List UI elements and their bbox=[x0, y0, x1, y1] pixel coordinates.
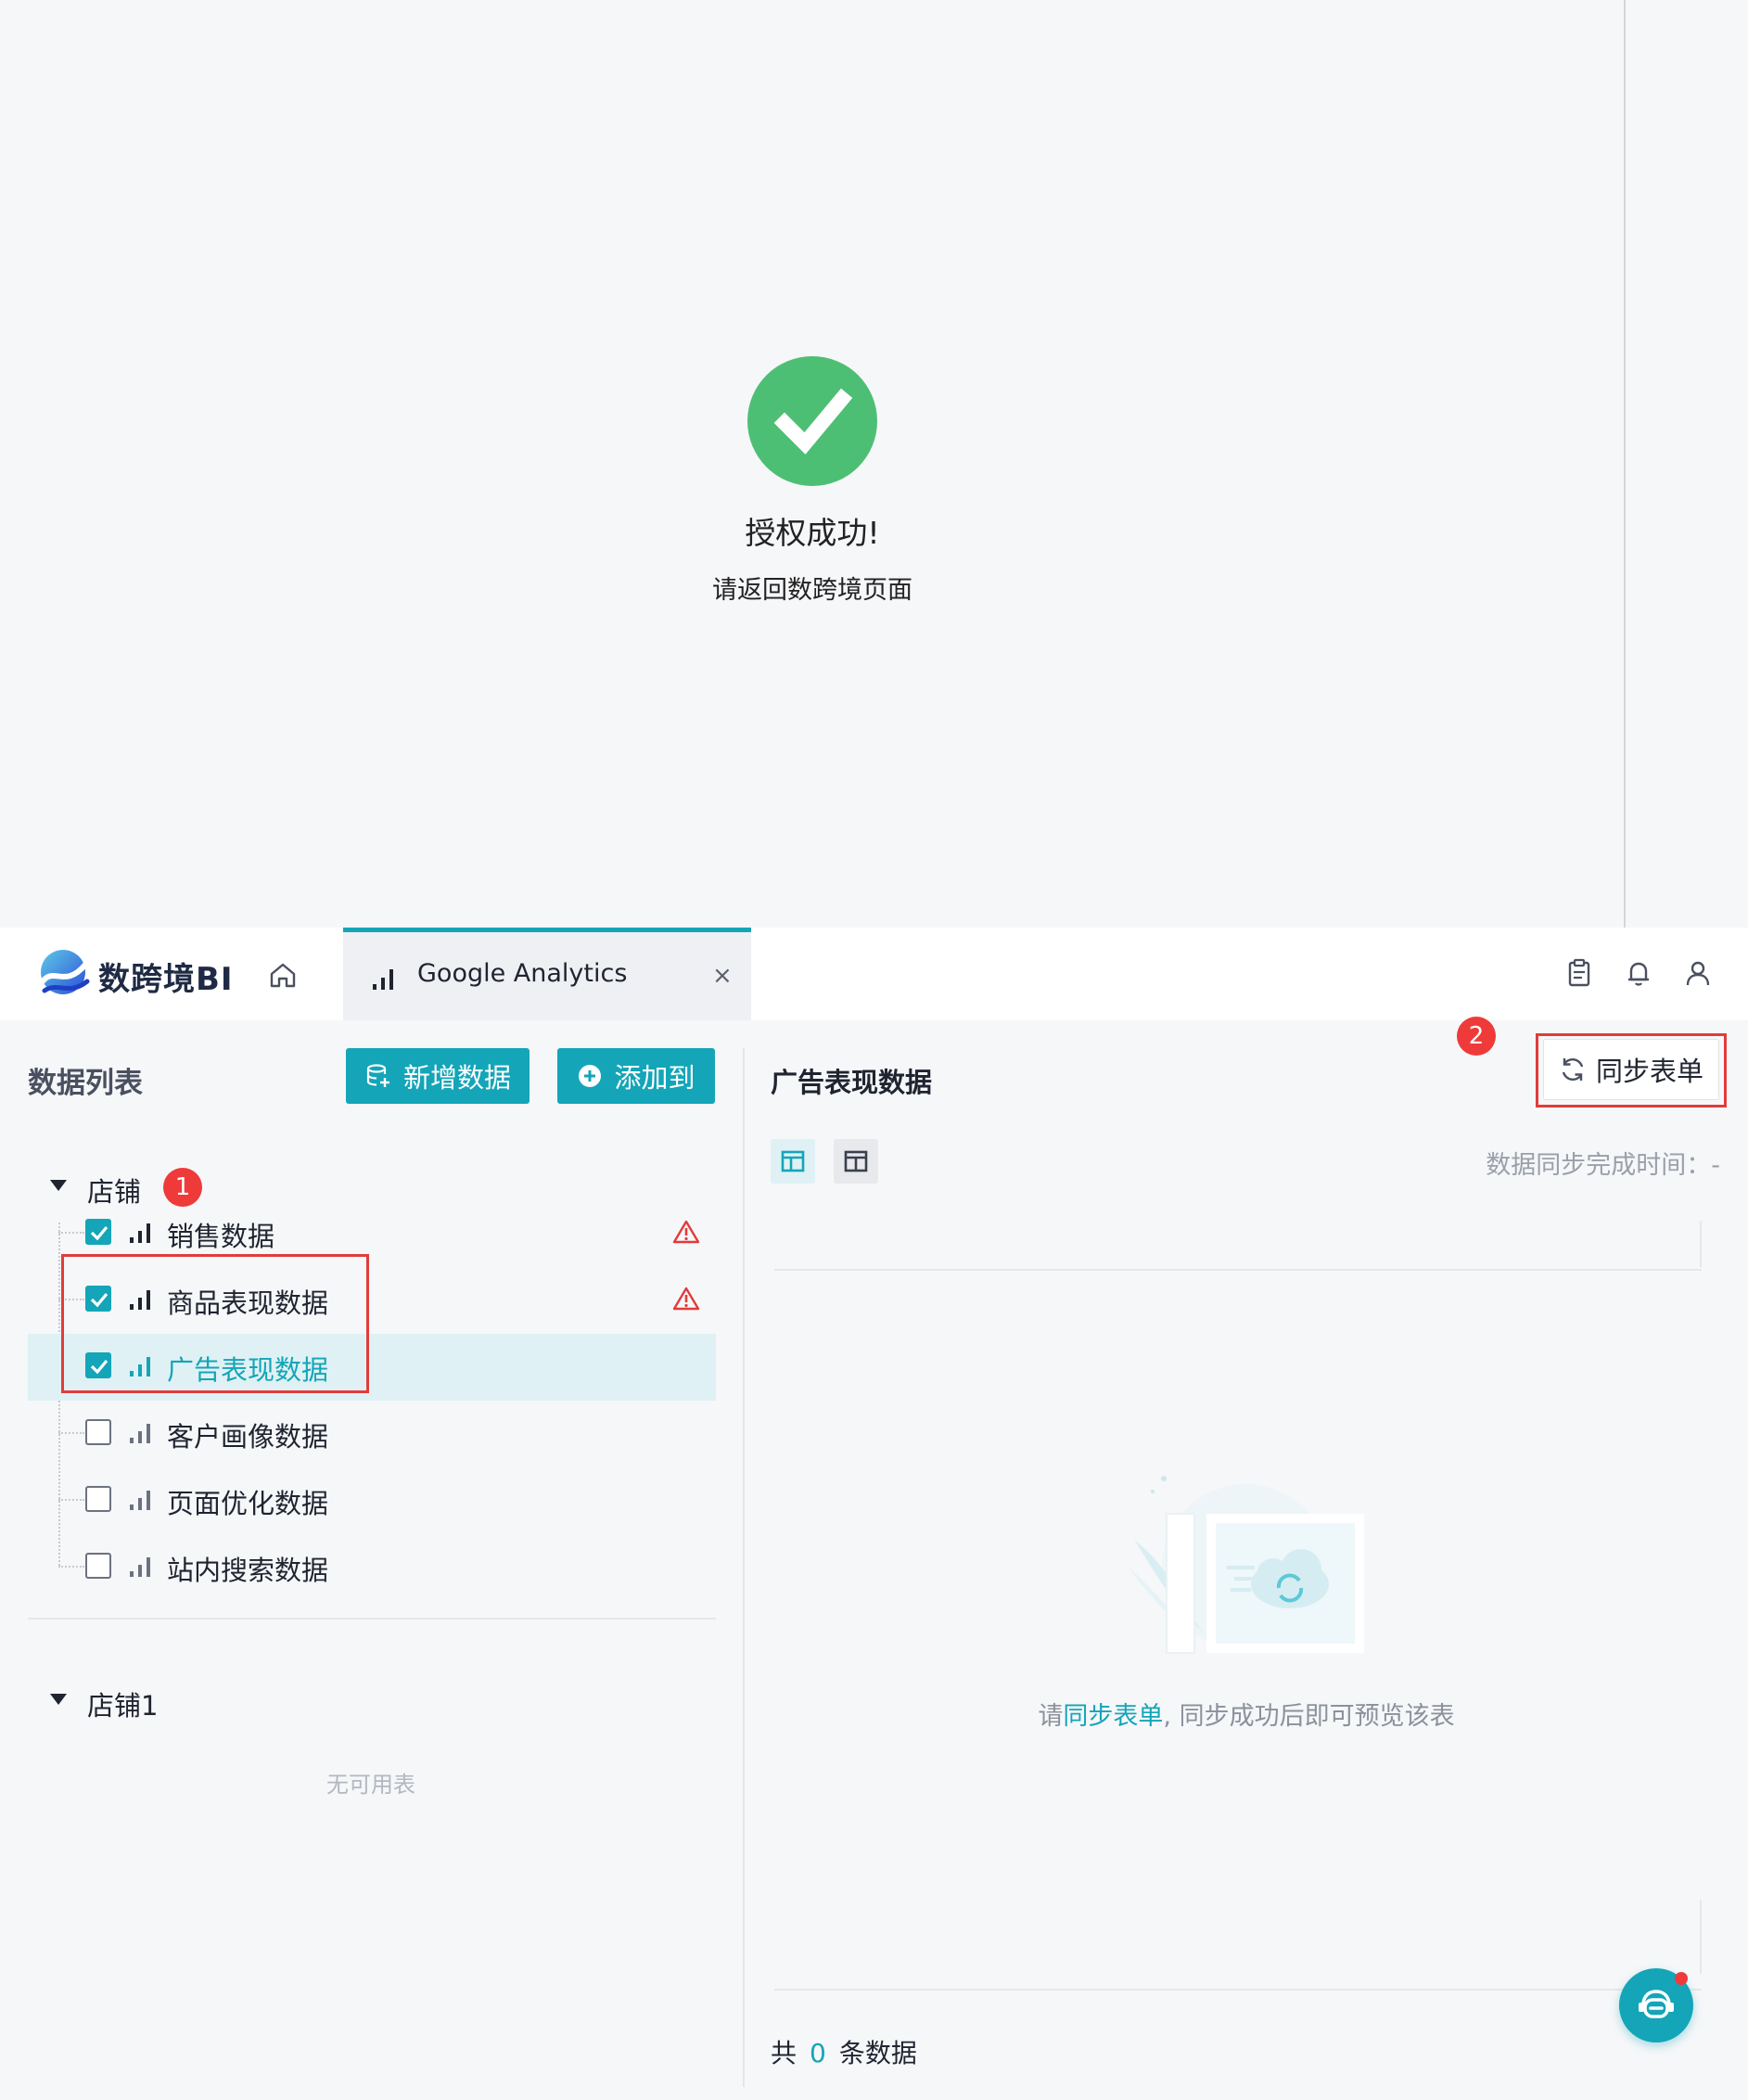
clipboard-icon[interactable] bbox=[1563, 957, 1595, 989]
caret-down-icon[interactable] bbox=[50, 1694, 67, 1705]
layout-view-button[interactable] bbox=[834, 1139, 878, 1184]
step-badge-2: 2 bbox=[1457, 1017, 1496, 1056]
table-preview-panel: 广告表现数据 2 同步表单 数据同步完成时间：- 请同步表单, 同步成功后即可预… bbox=[745, 1017, 1748, 2100]
list-item-customer-profile[interactable]: 客户画像数据 bbox=[28, 1401, 716, 1467]
group-label: 店铺1 bbox=[87, 1690, 159, 1722]
panel-edge-line bbox=[1624, 0, 1626, 928]
data-list-panel: 数据列表 新增数据 添加到 店铺 1 销售数据 商品表现数据 广告表现数据 客户… bbox=[0, 1020, 744, 2100]
notification-dot bbox=[1675, 1972, 1688, 1985]
highlight-box bbox=[61, 1254, 369, 1393]
top-header: 数跨境BI Google Analytics × bbox=[0, 928, 1748, 1020]
auth-success-panel: 授权成功! 请返回数跨境页面 bbox=[0, 0, 1748, 928]
plus-circle-icon bbox=[579, 1065, 602, 1087]
record-count: 共 0 条数据 bbox=[771, 2033, 917, 2070]
table-view-button[interactable] bbox=[771, 1139, 815, 1184]
brand-name: 数跨境BI bbox=[98, 961, 234, 998]
count-prefix: 共 bbox=[771, 2038, 797, 2068]
list-item-label: 客户画像数据 bbox=[167, 1421, 329, 1453]
warning-icon[interactable] bbox=[672, 1286, 700, 1315]
home-icon[interactable] bbox=[267, 959, 299, 991]
new-data-label: 新增数据 bbox=[402, 1062, 511, 1094]
list-item-site-search[interactable]: 站内搜索数据 bbox=[28, 1534, 716, 1601]
table-edge-line bbox=[1700, 1221, 1702, 1267]
hint-suffix: , 同步成功后即可预览该表 bbox=[1163, 1702, 1455, 1731]
refresh-icon bbox=[1562, 1057, 1584, 1082]
checkbox[interactable] bbox=[85, 1219, 111, 1245]
bell-icon[interactable] bbox=[1623, 957, 1654, 989]
check-circle-icon bbox=[747, 356, 877, 486]
tab-close-button[interactable]: × bbox=[712, 964, 733, 988]
new-data-button[interactable]: 新增数据 bbox=[346, 1048, 530, 1104]
count-value: 0 bbox=[810, 2038, 826, 2068]
chat-support-icon bbox=[1639, 1990, 1674, 2018]
layout-icon bbox=[844, 1150, 868, 1172]
warning-icon[interactable] bbox=[672, 1219, 700, 1248]
table-layout-icon bbox=[781, 1150, 805, 1172]
bar-chart-icon bbox=[128, 1488, 156, 1516]
table-edge-line bbox=[1700, 1900, 1702, 1974]
checkbox[interactable] bbox=[85, 1419, 111, 1445]
brand-logo bbox=[37, 948, 93, 1000]
bar-chart-icon bbox=[128, 1221, 156, 1248]
group-shop-1[interactable]: 店铺1 bbox=[0, 1673, 723, 1729]
count-suffix: 条数据 bbox=[838, 2038, 917, 2068]
hint-prefix: 请 bbox=[1038, 1702, 1064, 1731]
bar-chart-icon bbox=[371, 966, 399, 995]
sync-empty-illustration bbox=[1116, 1466, 1375, 1679]
bar-chart-icon bbox=[128, 1555, 156, 1582]
table-header-line bbox=[774, 1269, 1702, 1271]
group-divider bbox=[28, 1618, 716, 1620]
tab-google-analytics[interactable]: Google Analytics × bbox=[343, 928, 751, 1020]
checkbox[interactable] bbox=[85, 1486, 111, 1512]
bar-chart-icon bbox=[128, 1421, 156, 1449]
customer-service-button[interactable] bbox=[1619, 1968, 1693, 2042]
page: 授权成功! 请返回数跨境页面 数跨境BI Google Analytics × … bbox=[0, 0, 1748, 2100]
list-item-label: 销售数据 bbox=[167, 1221, 275, 1252]
tab-label: Google Analytics bbox=[417, 959, 628, 988]
user-icon[interactable] bbox=[1682, 957, 1714, 989]
auth-title: 授权成功! bbox=[745, 515, 880, 551]
table-footer-line bbox=[774, 1989, 1702, 1991]
caret-down-icon[interactable] bbox=[50, 1180, 67, 1191]
sync-time-label: 数据同步完成时间：- bbox=[1486, 1151, 1720, 1180]
sync-hint: 请同步表单, 同步成功后即可预览该表 bbox=[745, 1696, 1748, 1732]
list-item-page-optimization[interactable]: 页面优化数据 bbox=[28, 1467, 716, 1534]
panel-title: 数据列表 bbox=[28, 1067, 143, 1100]
sync-form-label: 同步表单 bbox=[1595, 1056, 1703, 1087]
auth-subtitle: 请返回数跨境页面 bbox=[712, 576, 912, 605]
sync-form-button[interactable]: 同步表单 bbox=[1543, 1039, 1719, 1100]
add-to-label: 添加到 bbox=[614, 1062, 695, 1094]
list-item-label: 站内搜索数据 bbox=[167, 1555, 329, 1586]
empty-table-text: 无可用表 bbox=[326, 1772, 415, 1798]
sync-form-link[interactable]: 同步表单 bbox=[1063, 1702, 1163, 1731]
add-to-button[interactable]: 添加到 bbox=[557, 1048, 715, 1104]
checkbox[interactable] bbox=[85, 1553, 111, 1579]
list-item-label: 页面优化数据 bbox=[167, 1488, 329, 1519]
app-window: 数跨境BI Google Analytics × 数据列表 新增数据 添加到 店… bbox=[0, 928, 1748, 2100]
table-title: 广告表现数据 bbox=[771, 1067, 933, 1098]
database-add-icon bbox=[366, 1064, 389, 1087]
